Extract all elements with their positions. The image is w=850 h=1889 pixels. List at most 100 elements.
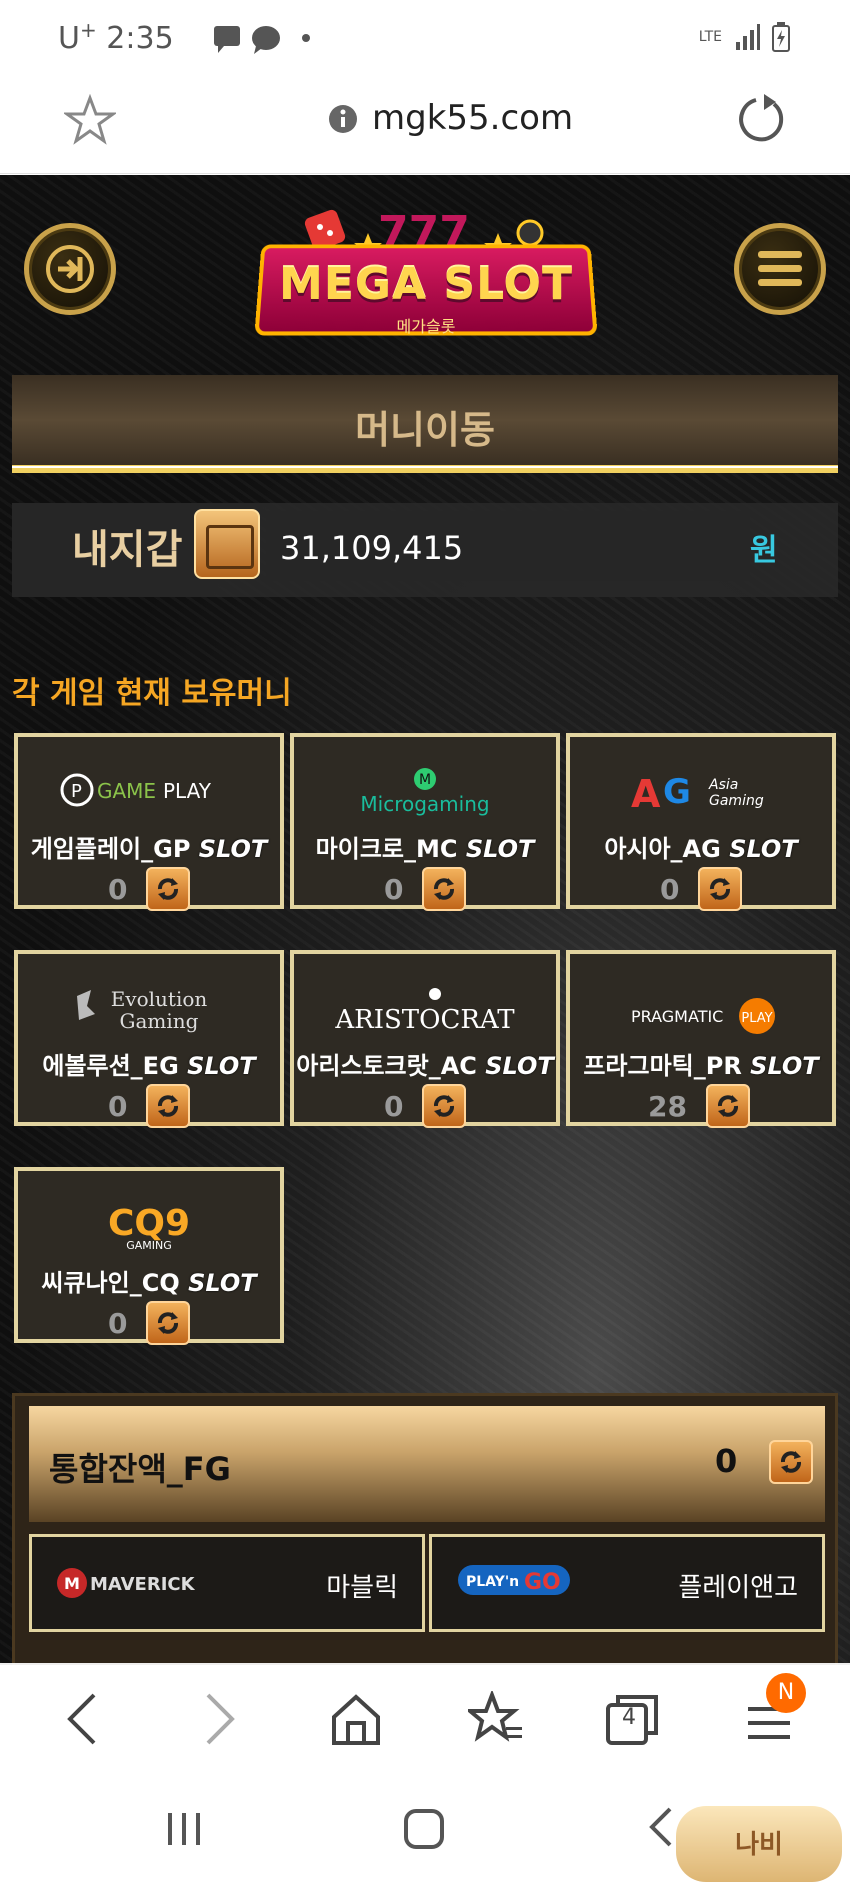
logo-subtext: 메가슬롯: [396, 317, 456, 336]
menu-button[interactable]: [734, 223, 826, 315]
game-balance: 0: [108, 873, 128, 906]
bookmarks-star-icon: [464, 1689, 522, 1742]
provider-playngo[interactable]: PLAY'n GO 플레이앤고: [429, 1534, 825, 1632]
logo-text: MEGA SLOT: [279, 259, 573, 310]
svg-text:P: P: [71, 781, 82, 802]
login-button[interactable]: [24, 223, 116, 315]
tabs-button[interactable]: 4: [604, 1691, 660, 1751]
game-name: 아시아_AG: [604, 835, 721, 863]
svg-text:GAMING: GAMING: [126, 1239, 172, 1251]
refresh-button[interactable]: [422, 1084, 466, 1128]
safe-icon: [194, 509, 260, 579]
game-card-ag: AG Asia Gaming 아시아_AG SLOT 0: [566, 733, 836, 911]
system-back-button[interactable]: [646, 1805, 676, 1853]
slot-tag: SLOT: [485, 1052, 554, 1080]
refresh-button[interactable]: [422, 867, 466, 911]
maverick-logo: M MAVERICK: [57, 1568, 196, 1598]
svg-text:A: A: [631, 772, 661, 813]
refresh-icon: [434, 878, 454, 900]
game-name: 마이크로_MC: [315, 835, 458, 863]
integrated-balance-panel: 통합잔액_FG 0 M MAVERICK 마블릭 PLAY'n GO 플레이앤고: [12, 1393, 838, 1665]
back-button[interactable]: [62, 1691, 102, 1751]
recents-button[interactable]: [164, 1809, 204, 1853]
tab-count: 4: [622, 1705, 636, 1730]
url-text[interactable]: mgk55.com: [372, 98, 573, 138]
system-status-icons: LTE: [699, 22, 790, 52]
provider-maverick[interactable]: M MAVERICK 마블릭: [29, 1534, 425, 1632]
slot-tag: SLOT: [198, 835, 268, 863]
refresh-button[interactable]: [769, 1440, 813, 1484]
refresh-icon: [158, 1312, 178, 1334]
svg-text:Gaming: Gaming: [709, 793, 764, 809]
refresh-icon: [158, 1095, 178, 1117]
status-bar: U+ 2:35 LTE: [0, 0, 850, 72]
svg-text:PRAGMATIC: PRAGMATIC: [631, 1007, 723, 1026]
wallet-unit: 원: [750, 533, 778, 568]
chat-icon: [214, 26, 310, 54]
site-info-icon[interactable]: [328, 104, 358, 138]
slot-tag: SLOT: [729, 835, 798, 863]
svg-text:Microgaming: Microgaming: [360, 792, 489, 816]
game-name: 아리스토크랏_AC: [296, 1052, 477, 1080]
bookmark-star-icon[interactable]: [62, 93, 118, 150]
game-balance: 0: [108, 1090, 128, 1123]
clock: 2:35: [106, 21, 174, 56]
game-name: 씨큐나인_CQ: [41, 1269, 180, 1297]
home-icon: [332, 1694, 380, 1745]
game-balance: 28: [648, 1090, 687, 1123]
provider-name: 플레이앤고: [678, 1573, 798, 1603]
system-home-button[interactable]: [402, 1807, 446, 1855]
lte-label: LTE: [698, 29, 722, 45]
game-card-gp: P GAME PLAY 게임플레이_GP SLOT 0: [14, 733, 284, 911]
mega-slot-logo[interactable]: 777 MEGA SLOT 메가슬롯: [254, 203, 598, 353]
svg-text:G: G: [663, 772, 691, 812]
refresh-icon: [718, 1095, 738, 1117]
evolution-gaming-logo: Evolution Gaming: [18, 984, 280, 1033]
provider-name: 마블릭: [326, 1573, 398, 1603]
browser-url-bar: mgk55.com: [0, 72, 850, 174]
svg-text:PLAY'n: PLAY'n: [466, 1574, 519, 1590]
floating-watermark-logo: 나비: [676, 1806, 842, 1882]
section-title: 각 게임 현재 보유머니: [12, 676, 292, 711]
game-card-ac: ARISTOCRAT 아리스토크랏_AC SLOT 0: [290, 950, 560, 1128]
wallet-row: 내지갑 31,109,415 원: [12, 503, 838, 597]
notification-badge: N: [766, 1673, 806, 1713]
notification-icons: [210, 22, 320, 60]
system-home-icon: [404, 1809, 444, 1849]
forward-button[interactable]: [200, 1691, 240, 1751]
refresh-button[interactable]: [698, 867, 742, 911]
wallet-amount: 31,109,415: [266, 511, 750, 581]
svg-text:GO: GO: [524, 1570, 561, 1595]
fg-balance: 0: [715, 1442, 738, 1480]
refresh-button[interactable]: [146, 1301, 190, 1345]
reload-icon[interactable]: [734, 92, 788, 150]
battery-icon: [772, 22, 790, 52]
refresh-button[interactable]: [146, 867, 190, 911]
refresh-icon: [158, 878, 178, 900]
wallet-label: 내지갑: [72, 527, 183, 573]
gameplay-logo: P GAME PLAY: [18, 767, 280, 813]
bookmarks-button[interactable]: [464, 1689, 524, 1751]
cq9-logo: CQ9 GAMING: [18, 1201, 280, 1252]
game-card-eg: Evolution Gaming 에볼루션_EG SLOT 0: [14, 950, 284, 1128]
slot-tag: SLOT: [750, 1052, 819, 1080]
slot-tag: SLOT: [187, 1052, 256, 1080]
svg-text:PLAY: PLAY: [741, 1011, 772, 1026]
game-name: 프라그마틱_PR: [583, 1052, 742, 1080]
svg-text:CQ9: CQ9: [108, 1203, 190, 1244]
refresh-icon: [781, 1451, 801, 1473]
system-back-icon: [649, 1807, 672, 1847]
site-content: 777 MEGA SLOT 메가슬롯 머니이동 내지갑 31,109,415 원…: [0, 175, 850, 1665]
game-balance: 0: [384, 1090, 404, 1123]
slot-tag: SLOT: [188, 1269, 257, 1297]
carrier-label: U+ 2:35: [58, 18, 174, 56]
home-button[interactable]: [330, 1691, 382, 1751]
page-title: 머니이동: [355, 408, 495, 452]
login-arrow-icon: [46, 245, 94, 293]
game-balance: 0: [384, 873, 404, 906]
chevron-left-icon: [67, 1693, 96, 1745]
fg-balance-bar: 통합잔액_FG 0: [29, 1406, 825, 1522]
refresh-button[interactable]: [146, 1084, 190, 1128]
fg-label: 통합잔액_FG: [49, 1450, 231, 1488]
refresh-button[interactable]: [706, 1084, 750, 1128]
